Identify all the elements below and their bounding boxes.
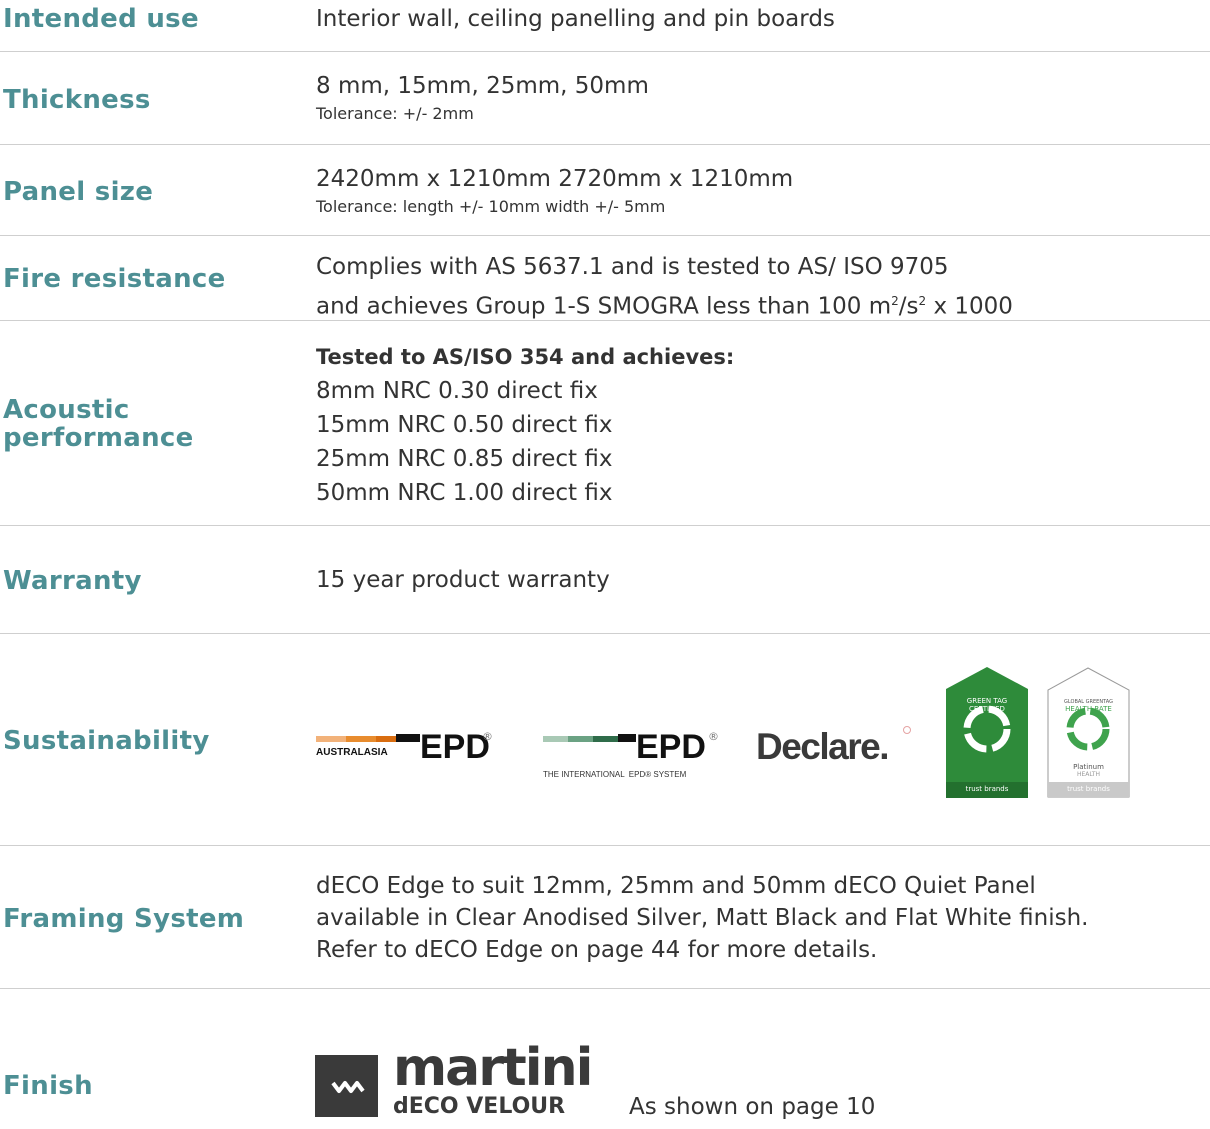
fire-line-2: and achieves Group 1-S SMOGRA less than … — [316, 293, 1013, 320]
value-warranty: 15 year product warranty — [316, 567, 610, 593]
value-thickness: 8 mm, 15mm, 25mm, 50mm — [316, 73, 649, 99]
note-panel-size: Tolerance: length +/- 10mm width +/- 5mm — [316, 197, 666, 216]
epd-international-logo: EPD ® THE INTERNATIONAL EPD® SYSTEM — [543, 728, 719, 779]
divider — [0, 845, 1210, 846]
acoustic-heading: Tested to AS/ISO 354 and achieves: — [316, 345, 735, 369]
label-thickness: Thickness — [3, 85, 151, 115]
note-thickness: Tolerance: +/- 2mm — [316, 104, 474, 123]
label-finish: Finish — [3, 1071, 93, 1101]
green-tag-certified-badge: GREEN TAG CERTIFIED trust brands — [946, 667, 1028, 798]
fire-line-1: Complies with AS 5637.1 and is tested to… — [316, 254, 949, 280]
divider — [0, 235, 1210, 236]
health-rate-platinum-badge: GLOBAL GREENTAG HEALTH RATE Platinum HEA… — [1047, 667, 1130, 798]
value-intended-use: Interior wall, ceiling panelling and pin… — [316, 6, 835, 32]
divider — [0, 144, 1210, 145]
finish-note: As shown on page 10 — [629, 1094, 876, 1120]
label-fire-resistance: Fire resistance — [3, 264, 226, 294]
declare-logo: Declare. — [756, 726, 916, 770]
value-panel-size: 2420mm x 1210mm 2720mm x 1210mm — [316, 166, 794, 192]
label-panel-size: Panel size — [3, 177, 154, 207]
acoustic-item: 25mm NRC 0.85 direct fix — [316, 446, 613, 472]
martini-logo: martini dECO VELOUR — [315, 1038, 605, 1122]
acoustic-item: 50mm NRC 1.00 direct fix — [316, 480, 613, 506]
label-intended-use: Intended use — [3, 4, 199, 34]
divider — [0, 51, 1210, 52]
divider — [0, 988, 1210, 989]
acoustic-item: 8mm NRC 0.30 direct fix — [316, 378, 598, 404]
epd-australasia-logo: AUSTRALASIA EPD ® — [316, 728, 493, 766]
acoustic-item: 15mm NRC 0.50 direct fix — [316, 412, 613, 438]
divider — [0, 320, 1210, 321]
label-sustainability: Sustainability — [3, 726, 210, 756]
divider — [0, 633, 1210, 634]
label-warranty: Warranty — [3, 566, 142, 596]
value-acoustic: Tested to AS/ISO 354 and achieves: 8mm N… — [316, 340, 734, 510]
value-framing-system: dECO Edge to suit 12mm, 25mm and 50mm dE… — [316, 873, 1089, 963]
value-fire-resistance: Complies with AS 5637.1 and is tested to… — [316, 250, 1013, 324]
label-framing-system: Framing System — [3, 904, 245, 934]
divider — [0, 525, 1210, 526]
label-acoustic: Acoustic performance — [3, 395, 194, 453]
